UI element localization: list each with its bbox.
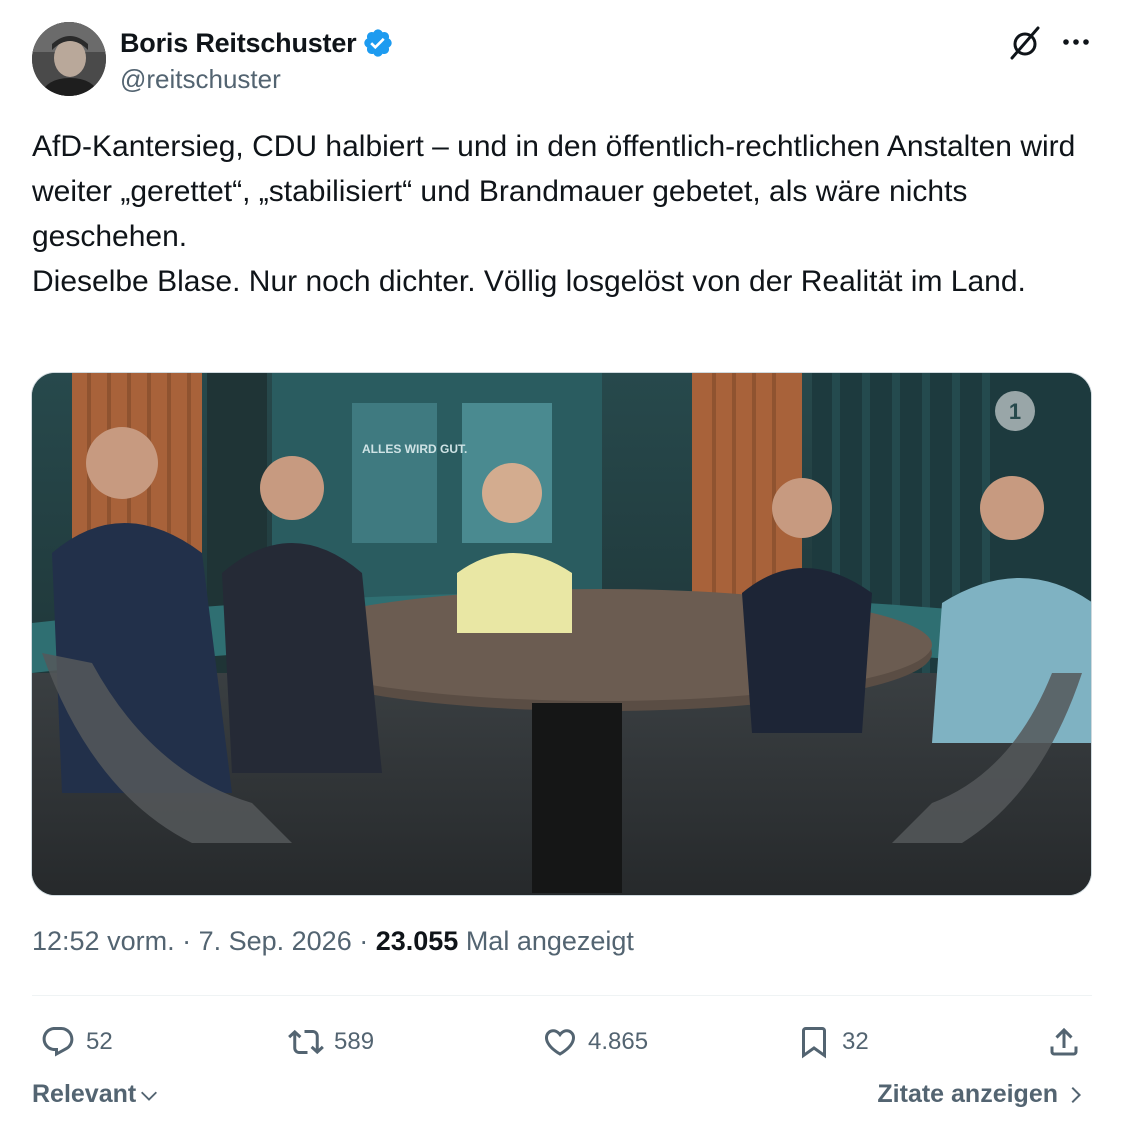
views-count[interactable]: 23.055	[376, 926, 459, 956]
avatar[interactable]	[32, 22, 106, 96]
action-bar: 52 589 4.865 32	[32, 1014, 1092, 1070]
divider	[32, 995, 1092, 996]
quotes-label: Zitate anzeigen	[877, 1080, 1058, 1108]
tweet-meta: 12:52 vorm. · 7. Sep. 2026 · 23.055 Mal …	[32, 926, 634, 957]
chevron-down-icon	[141, 1091, 158, 1101]
poster-text: ALLES WIRD GUT.	[362, 442, 467, 456]
reply-icon	[42, 1027, 74, 1057]
share-icon	[1050, 1027, 1078, 1056]
tweet-time[interactable]: 12:52 vorm.	[32, 926, 175, 956]
reply-count: 52	[86, 1028, 113, 1055]
sort-label: Relevant	[32, 1080, 137, 1108]
meta-separator: ·	[351, 926, 376, 956]
reply-button[interactable]: 52	[40, 1014, 113, 1070]
like-count: 4.865	[588, 1028, 649, 1055]
replies-footer: Relevant Zitate anzeigen	[32, 1080, 1092, 1120]
name-row: Boris Reitschuster	[120, 26, 394, 60]
meta-separator: ·	[174, 926, 199, 956]
view-quotes-link[interactable]: Zitate anzeigen	[877, 1080, 1086, 1109]
retweet-count: 589	[334, 1028, 375, 1055]
share-button[interactable]	[1046, 1014, 1092, 1070]
tweet-date[interactable]: 7. Sep. 2026	[199, 926, 352, 956]
tweet-header: Boris Reitschuster @reitschuster	[32, 22, 1092, 102]
chevron-right-icon	[1071, 1086, 1082, 1103]
heart-icon	[544, 1029, 576, 1056]
more-icon[interactable]	[1054, 22, 1098, 62]
views-label[interactable]: Mal angezeigt	[458, 926, 634, 956]
display-name[interactable]: Boris Reitschuster	[120, 28, 357, 59]
retweet-button[interactable]: 589	[288, 1014, 374, 1070]
verified-badge-icon[interactable]	[362, 27, 394, 59]
bookmark-icon	[802, 1027, 826, 1059]
handle[interactable]: @reitschuster	[120, 64, 281, 95]
channel-watermark: 1	[1009, 399, 1021, 424]
like-button[interactable]: 4.865	[542, 1014, 648, 1070]
bookmark-count: 32	[842, 1028, 869, 1055]
tweet-text: AfD-Kantersieg, CDU halbiert – und in de…	[32, 124, 1092, 304]
grok-icon[interactable]	[1006, 22, 1046, 62]
tweet-body: AfD-Kantersieg, CDU halbiert – und in de…	[32, 130, 1076, 298]
bookmark-button[interactable]: 32	[796, 1014, 869, 1070]
sort-dropdown[interactable]: Relevant	[32, 1080, 160, 1109]
tweet-media-image[interactable]: 1 ALLES WIRD GUT.	[31, 372, 1092, 896]
retweet-icon	[288, 1029, 324, 1055]
